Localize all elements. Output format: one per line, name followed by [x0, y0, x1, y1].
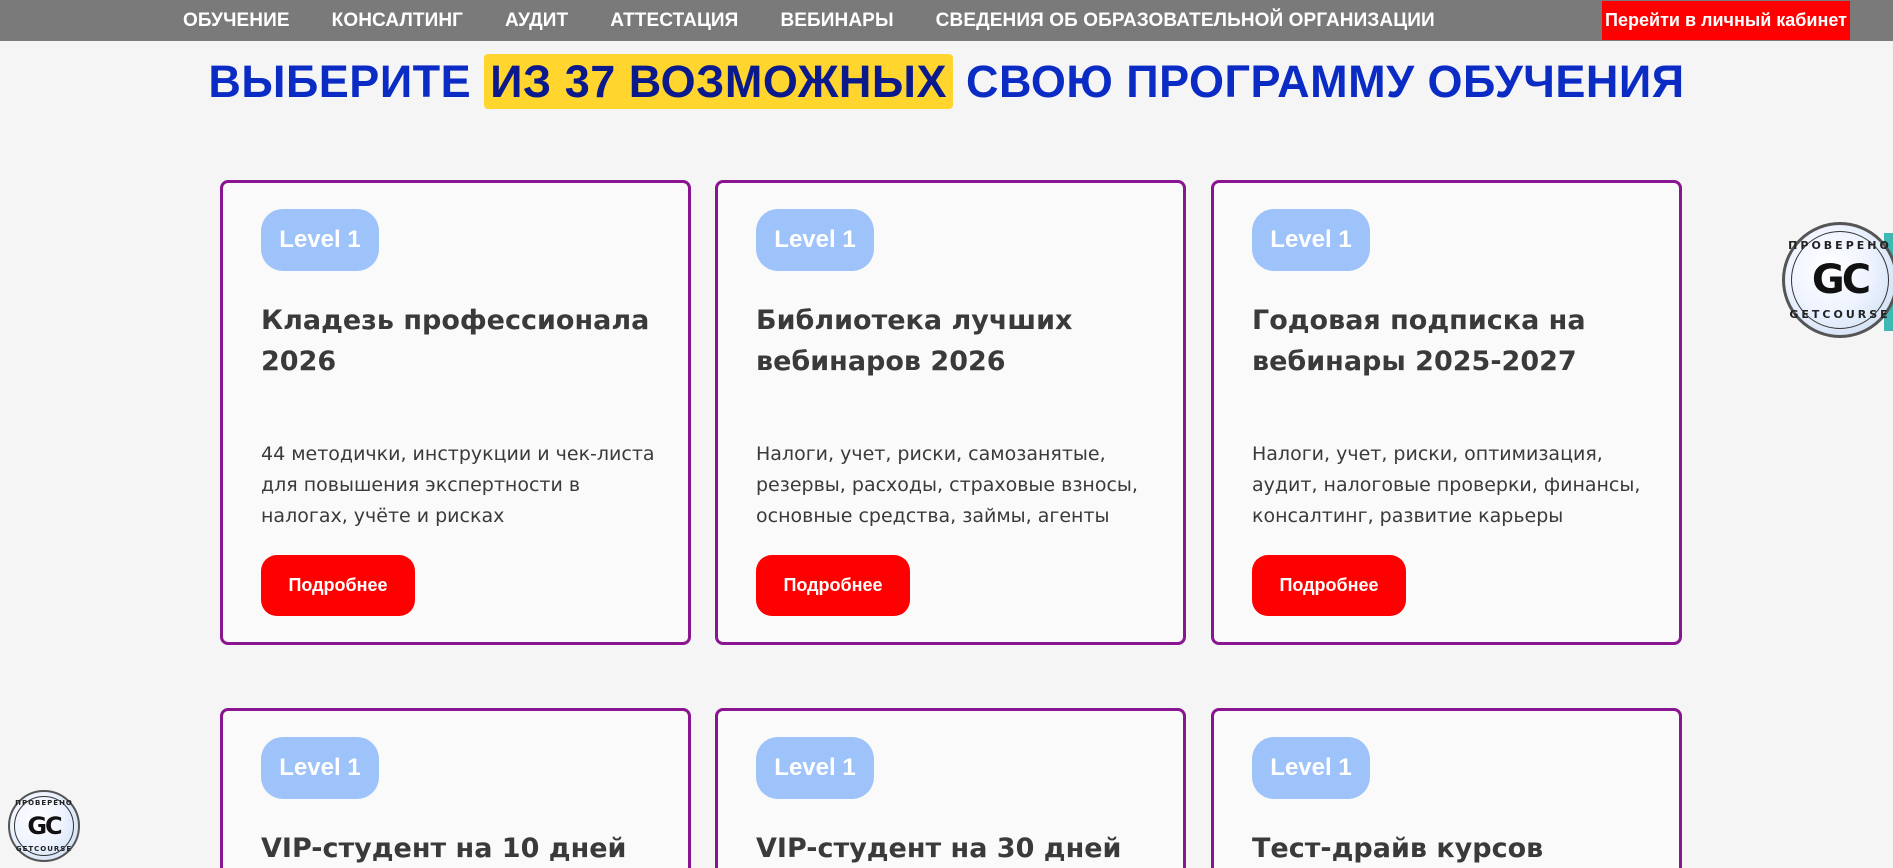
personal-cabinet-button[interactable]: Перейти в личный кабинет	[1602, 1, 1850, 40]
page-title: ВЫБЕРИТЕ ИЗ 37 ВОЗМОЖНЫХ СВОЮ ПРОГРАММУ …	[0, 54, 1893, 109]
nav-item-webinars[interactable]: ВЕБИНАРЫ	[780, 10, 893, 32]
card-title: Тест-драйв курсов	[1252, 833, 1544, 864]
program-card: Level 1 Кладезь профессионала 2026 44 ме…	[220, 180, 691, 645]
seal-bottom-text: GETCOURSE	[1789, 308, 1891, 321]
nav-item-organization-info[interactable]: СВЕДЕНИЯ ОБ ОБРАЗОВАТЕЛЬНОЙ ОРГАНИЗАЦИИ	[936, 10, 1435, 32]
details-button[interactable]: Подробнее	[756, 555, 910, 616]
program-card: Level 1 Тест-драйв курсов	[1211, 708, 1682, 868]
level-badge: Level 1	[756, 209, 874, 271]
level-badge: Level 1	[261, 737, 379, 799]
card-description: Налоги, учет, риски, оптимизация, аудит,…	[1252, 443, 1641, 527]
level-badge: Level 1	[1252, 209, 1370, 271]
level-badge: Level 1	[1252, 737, 1370, 799]
page-title-after: СВОЮ ПРОГРАММУ ОБУЧЕНИЯ	[952, 56, 1685, 107]
seal-top-text: ПРОВЕРЕНО	[15, 799, 73, 807]
level-badge: Level 1	[756, 737, 874, 799]
page-title-highlight: ИЗ 37 ВОЗМОЖНЫХ	[484, 54, 953, 109]
seal-bottom-text: GETCOURSE	[15, 845, 73, 853]
page-title-before: ВЫБЕРИТЕ	[208, 56, 485, 107]
details-button[interactable]: Подробнее	[1252, 555, 1406, 616]
details-button[interactable]: Подробнее	[261, 555, 415, 616]
seal-top-text: ПРОВЕРЕНО	[1788, 239, 1892, 252]
program-card: Level 1 Годовая подписка на вебинары 202…	[1211, 180, 1682, 645]
card-description: Налоги, учет, риски, самозанятые, резерв…	[756, 443, 1138, 527]
card-title: VIP-студент на 30 дней	[756, 833, 1122, 864]
program-card: Level 1 Библиотека лучших вебинаров 2026…	[715, 180, 1186, 645]
top-nav: ОБУЧЕНИЕ КОНСАЛТИНГ АУДИТ АТТЕСТАЦИЯ ВЕБ…	[0, 0, 1893, 41]
seal-logo: GC	[27, 812, 62, 840]
program-card: Level 1 VIP-студент на 10 дней	[220, 708, 691, 868]
card-title: Библиотека лучших вебинаров 2026	[756, 305, 1073, 377]
nav-item-consulting[interactable]: КОНСАЛТИНГ	[332, 10, 463, 32]
main-menu: ОБУЧЕНИЕ КОНСАЛТИНГ АУДИТ АТТЕСТАЦИЯ ВЕБ…	[183, 0, 1477, 41]
getcourse-seal-icon[interactable]: ПРОВЕРЕНО GC GETCOURSE	[8, 790, 80, 862]
card-title: VIP-студент на 10 дней	[261, 833, 627, 864]
nav-item-attestation[interactable]: АТТЕСТАЦИЯ	[610, 10, 738, 32]
level-badge: Level 1	[261, 209, 379, 271]
card-description: 44 методички, инструкции и чек-листа для…	[261, 443, 655, 527]
nav-item-audit[interactable]: АУДИТ	[505, 10, 568, 32]
seal-logo: GC	[1811, 257, 1871, 303]
program-card: Level 1 VIP-студент на 30 дней	[715, 708, 1186, 868]
card-title: Годовая подписка на вебинары 2025-2027	[1252, 305, 1586, 377]
nav-item-training[interactable]: ОБУЧЕНИЕ	[183, 10, 290, 32]
getcourse-seal-icon[interactable]: ПРОВЕРЕНО GC GETCOURSE	[1782, 222, 1893, 338]
card-title: Кладезь профессионала 2026	[261, 305, 650, 377]
